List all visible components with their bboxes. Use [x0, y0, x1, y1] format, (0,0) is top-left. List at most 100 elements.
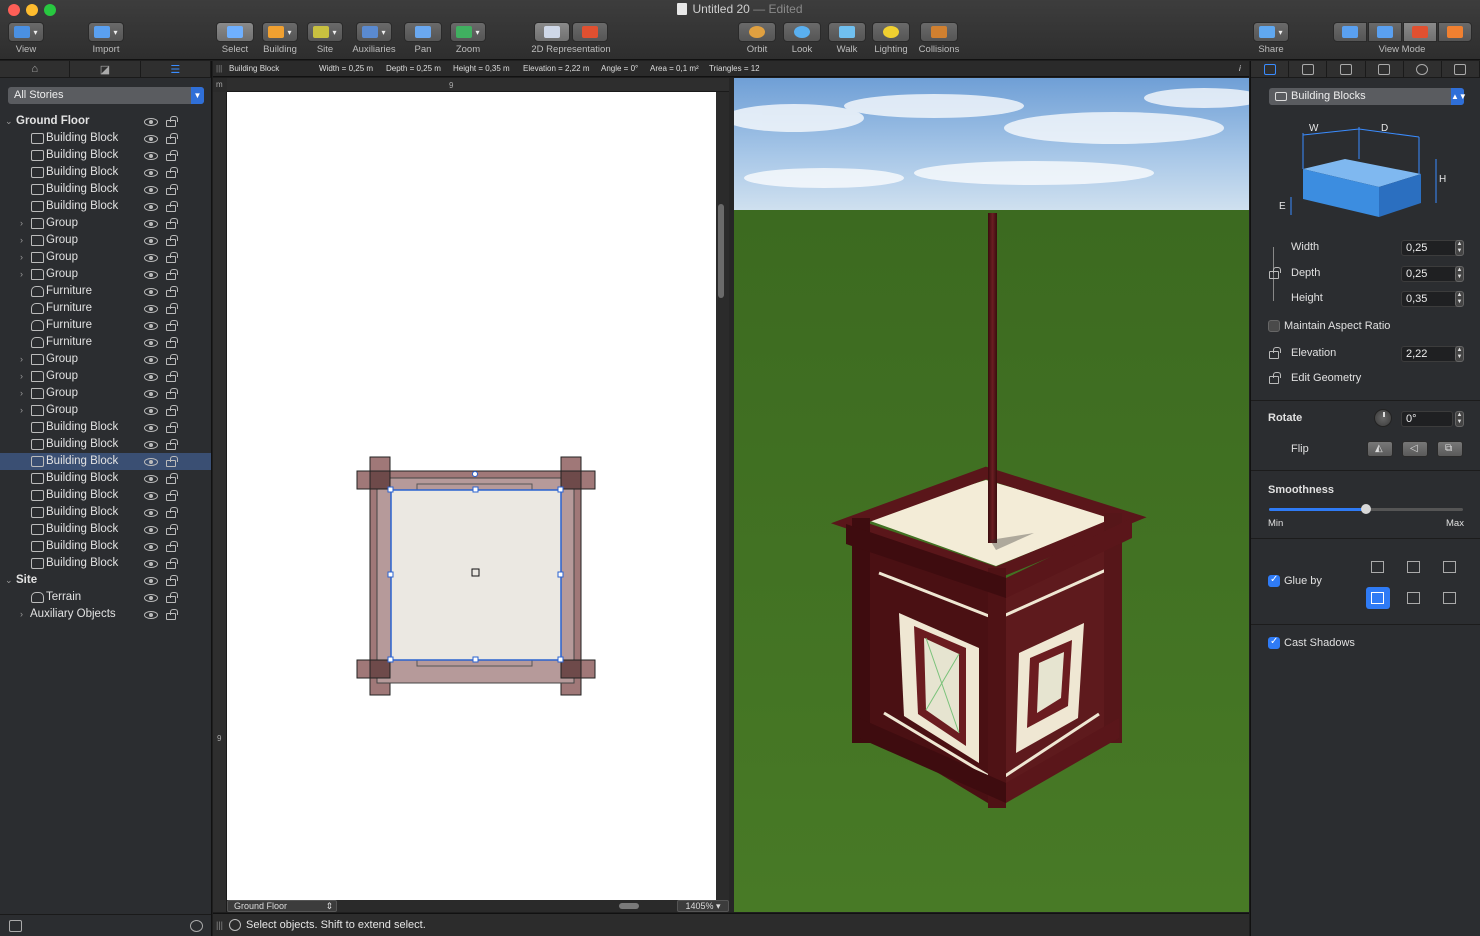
visibility-eye-icon[interactable]: [144, 424, 158, 432]
plan-horizontal-scrollbar[interactable]: [619, 903, 639, 909]
plan-canvas[interactable]: [227, 92, 716, 900]
tree-story-row[interactable]: ⌄ Site: [0, 572, 211, 589]
visibility-eye-icon[interactable]: [144, 475, 158, 483]
lock-icon[interactable]: [166, 558, 178, 569]
disclosure-closed-icon[interactable]: ›: [20, 368, 23, 385]
tree-row[interactable]: Building Block: [0, 198, 211, 215]
lock-icon[interactable]: [166, 490, 178, 501]
tree-row[interactable]: Building Block: [0, 164, 211, 181]
lock-icon[interactable]: [166, 133, 178, 144]
visibility-eye-icon[interactable]: [144, 152, 158, 160]
lock-icon[interactable]: [166, 422, 178, 433]
tab-materials[interactable]: ◪: [70, 61, 141, 77]
visibility-eye-icon[interactable]: [144, 458, 158, 466]
glue-bottom-button[interactable]: [1366, 587, 1390, 609]
visibility-eye-icon[interactable]: [144, 135, 158, 143]
disclosure-closed-icon[interactable]: ›: [20, 266, 23, 283]
view-button[interactable]: ▾ View: [6, 22, 46, 55]
drag-handle-icon[interactable]: |||: [216, 61, 222, 77]
lock-icon[interactable]: [166, 439, 178, 450]
visibility-eye-icon[interactable]: [144, 288, 158, 296]
lock-icon[interactable]: [166, 524, 178, 535]
tree-row[interactable]: Furniture: [0, 300, 211, 317]
drag-handle-icon[interactable]: |||: [216, 914, 223, 936]
tree-row[interactable]: Building Block: [0, 419, 211, 436]
visibility-eye-icon[interactable]: [144, 594, 158, 602]
tree-row[interactable]: Terrain: [0, 589, 211, 606]
tab-project-browser[interactable]: ☰: [141, 61, 211, 77]
visibility-eye-icon[interactable]: [144, 577, 158, 585]
tab-lighting[interactable]: [1404, 61, 1442, 77]
gear-icon[interactable]: [190, 920, 203, 932]
tree-row[interactable]: Building Block: [0, 147, 211, 164]
tab-building[interactable]: [1289, 61, 1328, 77]
site-tool-button[interactable]: ▾ Site: [305, 22, 345, 55]
height-stepper[interactable]: ▲ ▼: [1455, 291, 1464, 307]
glue-back-button[interactable]: [1402, 587, 1426, 609]
visibility-eye-icon[interactable]: [144, 560, 158, 568]
story-select[interactable]: Ground Floor ⇕: [227, 900, 337, 912]
lock-icon[interactable]: [166, 473, 178, 484]
smoothness-slider[interactable]: [1269, 504, 1463, 514]
disclosure-closed-icon[interactable]: ›: [20, 351, 23, 368]
disclosure-closed-icon[interactable]: ›: [20, 606, 23, 623]
height-field[interactable]: 0,35: [1401, 291, 1461, 307]
info-icon[interactable]: i: [1239, 61, 1241, 77]
visibility-eye-icon[interactable]: [144, 373, 158, 381]
lock-icon[interactable]: [166, 184, 178, 195]
tree-row[interactable]: Building Block: [0, 130, 211, 147]
visibility-eye-icon[interactable]: [144, 271, 158, 279]
view-mode-split-button[interactable]: [1402, 22, 1437, 42]
tree-row[interactable]: Furniture: [0, 317, 211, 334]
visibility-eye-icon[interactable]: [144, 407, 158, 415]
flip-vertical-button[interactable]: ◁: [1402, 441, 1428, 457]
depth-field[interactable]: 0,25: [1401, 266, 1461, 282]
zoom-level-select[interactable]: 1405% ▾: [677, 900, 729, 912]
disclosure-closed-icon[interactable]: ›: [20, 402, 23, 419]
width-stepper[interactable]: ▲ ▼: [1455, 240, 1464, 256]
visibility-eye-icon[interactable]: [144, 526, 158, 534]
visibility-eye-icon[interactable]: [144, 390, 158, 398]
flip-horizontal-button[interactable]: ◭: [1367, 441, 1393, 457]
visibility-eye-icon[interactable]: [144, 203, 158, 211]
orbit-button[interactable]: Orbit: [737, 22, 777, 55]
visibility-eye-icon[interactable]: [144, 305, 158, 313]
lock-icon[interactable]: [166, 269, 178, 280]
tree-row[interactable]: › Group: [0, 232, 211, 249]
view-mode-3d-button[interactable]: [1367, 22, 1402, 42]
tree-row[interactable]: › Group: [0, 249, 211, 266]
visibility-eye-icon[interactable]: [144, 220, 158, 228]
lock-icon[interactable]: [166, 201, 178, 212]
view-mode-2d-button[interactable]: [1332, 22, 1367, 42]
lock-icon[interactable]: [166, 354, 178, 365]
3d-scene[interactable]: [734, 78, 1249, 912]
tree-row[interactable]: › Group: [0, 351, 211, 368]
disclosure-closed-icon[interactable]: ›: [20, 385, 23, 402]
tree-row[interactable]: Building Block: [0, 521, 211, 538]
tree-row[interactable]: Building Block: [0, 453, 211, 470]
lock-icon[interactable]: [166, 507, 178, 518]
lock-icon[interactable]: [166, 456, 178, 467]
tab-library[interactable]: ⌂: [0, 61, 71, 77]
elevation-stepper[interactable]: ▲ ▼: [1455, 346, 1464, 362]
visibility-eye-icon[interactable]: [144, 543, 158, 551]
visibility-eye-icon[interactable]: [144, 356, 158, 364]
disclosure-closed-icon[interactable]: ›: [20, 215, 23, 232]
glue-top-button[interactable]: [1438, 556, 1462, 578]
disclosure-closed-icon[interactable]: ›: [20, 249, 23, 266]
visibility-eye-icon[interactable]: [144, 322, 158, 330]
tab-house[interactable]: [1442, 61, 1480, 77]
visibility-eye-icon[interactable]: [144, 186, 158, 194]
aspect-lock-icon[interactable]: [1269, 267, 1281, 279]
disclosure-open-icon[interactable]: ⌄: [5, 113, 13, 130]
edit-geometry-link[interactable]: Edit Geometry: [1291, 372, 1361, 384]
rotate-knob[interactable]: [1374, 409, 1392, 427]
tree-row[interactable]: › Group: [0, 266, 211, 283]
plan-view[interactable]: 9 9 m Ground Floor ⇕ 1405% ▾: [213, 78, 729, 912]
tree-row[interactable]: Building Block: [0, 470, 211, 487]
lock-icon[interactable]: [166, 405, 178, 416]
lock-icon[interactable]: [166, 609, 178, 620]
lock-icon[interactable]: [166, 167, 178, 178]
tree-row[interactable]: Building Block: [0, 487, 211, 504]
import-button[interactable]: ▾ Import: [86, 22, 126, 55]
